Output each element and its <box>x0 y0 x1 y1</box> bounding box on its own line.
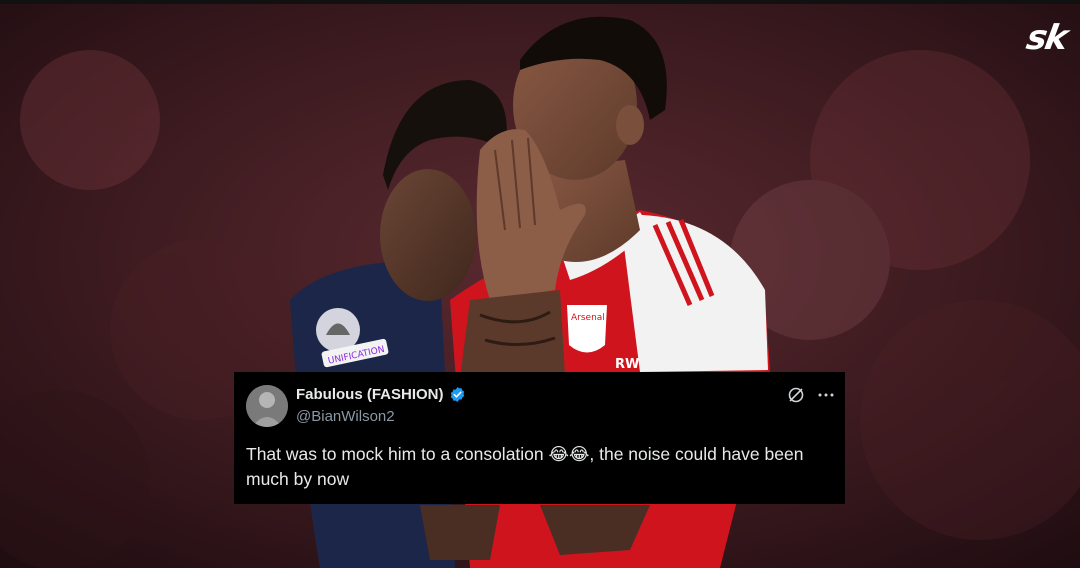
sportskeeda-logo: sk <box>1023 18 1070 58</box>
user-display-name[interactable]: Fabulous (FASHION) <box>296 386 444 403</box>
avatar-image <box>246 385 288 427</box>
verified-badge-icon <box>450 387 464 402</box>
sponsor-text: RW <box>615 357 639 372</box>
user-avatar[interactable] <box>246 385 288 427</box>
user-handle[interactable]: @BianWilson2 <box>296 408 395 425</box>
left-player-face <box>380 169 476 301</box>
more-icon[interactable] <box>817 386 835 407</box>
tweet-card: Fabulous (FASHION) @BianWilson2 That was… <box>234 372 845 504</box>
tweet-actions <box>787 386 835 407</box>
user-display-name-row[interactable]: Fabulous (FASHION) <box>296 386 466 403</box>
tweet-text: That was to mock him to a consolation 😂😂… <box>246 444 804 489</box>
tattooed-forearm <box>460 290 565 378</box>
right-player-ear <box>616 105 644 145</box>
crest-text: Arsenal <box>571 313 605 323</box>
image-stage: UNIFICATION Arsenal RW sk Fabulous (FASH… <box>0 0 1080 568</box>
grok-icon[interactable] <box>787 386 805 407</box>
lower-arms <box>420 505 500 560</box>
